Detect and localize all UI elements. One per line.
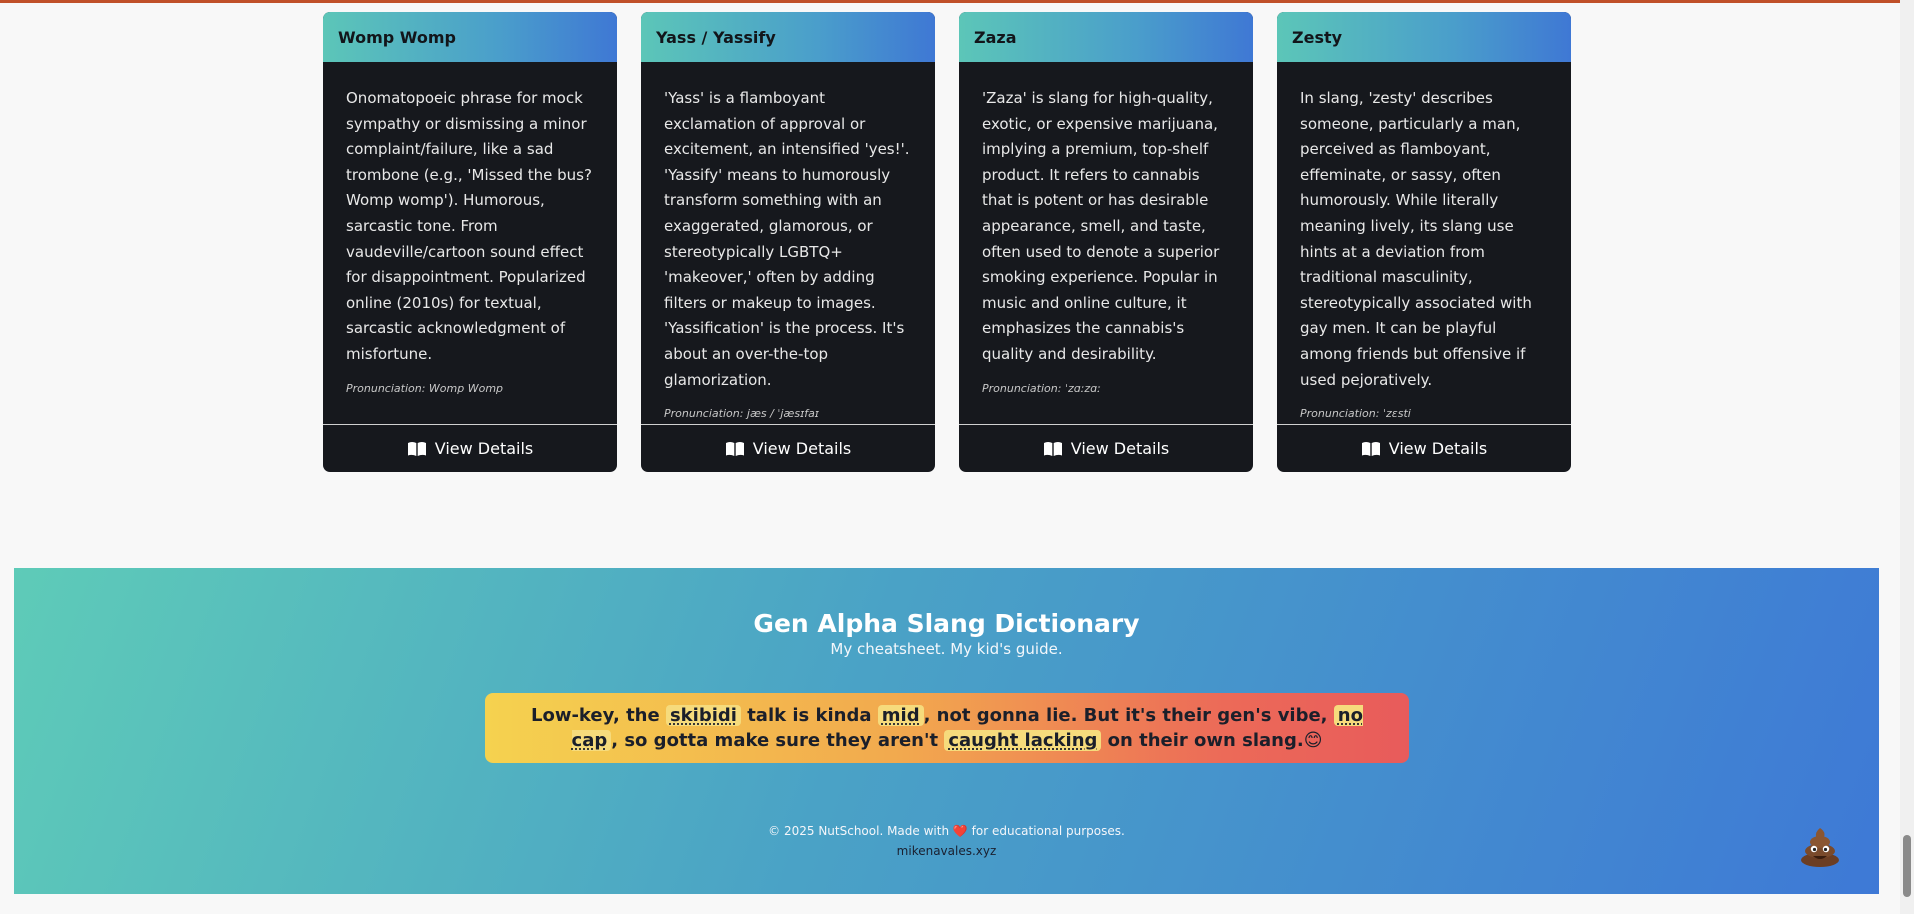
quote-text: , not gonna lie. But it's their gen's vi… (923, 705, 1334, 726)
card-pronunciation: Pronunciation: ˈzɑːzɑː (982, 381, 1101, 395)
card-title: Womp Womp (338, 27, 456, 47)
book-icon (725, 441, 745, 457)
view-details-label: View Details (1388, 439, 1488, 458)
card-definition: 'Zaza' is slang for high-quality, exotic… (982, 89, 1220, 363)
copyright-text: © 2025 NutSchool. Made with (768, 824, 953, 838)
book-icon (407, 441, 427, 457)
slang-card: Zesty In slang, 'zesty' describes someon… (1277, 12, 1571, 472)
card-definition: 'Yass' is a flamboyant exclamation of ap… (664, 89, 910, 389)
slang-card: Zaza 'Zaza' is slang for high-quality, e… (959, 12, 1253, 472)
quote-text: on their own slang.😊 (1101, 730, 1323, 751)
card-title: Zesty (1292, 27, 1343, 47)
slang-quote: Low-key, the skibidi talk is kinda mid, … (515, 703, 1379, 753)
copyright-text: for educational purposes. (967, 824, 1125, 838)
site-link[interactable]: mikenavales.xyz (14, 844, 1879, 858)
view-details-button[interactable]: View Details (959, 424, 1253, 472)
heart-icon: ❤️ (952, 824, 968, 838)
copyright: © 2025 NutSchool. Made with ❤️ for educa… (14, 824, 1879, 838)
slang-term-caught-lacking[interactable]: caught lacking (944, 730, 1102, 751)
slang-card: Womp Womp Onomatopoeic phrase for mock s… (323, 12, 617, 472)
slang-card: Yass / Yassify 'Yass' is a flamboyant ex… (641, 12, 935, 472)
view-details-label: View Details (1070, 439, 1170, 458)
card-definition: Onomatopoeic phrase for mock sympathy or… (346, 89, 592, 363)
scrollbar-thumb[interactable] (1903, 835, 1911, 897)
view-details-button[interactable]: View Details (1277, 424, 1571, 472)
card-title: Yass / Yassify (656, 27, 776, 47)
quote-text: , so gotta make sure they aren't (611, 730, 945, 751)
card-pronunciation: Pronunciation: Womp Womp (346, 381, 504, 395)
site-footer: Gen Alpha Slang Dictionary My cheatsheet… (14, 568, 1879, 894)
card-body: Onomatopoeic phrase for mock sympathy or… (323, 62, 617, 424)
poop-icon[interactable] (1790, 816, 1850, 876)
footer-subtitle: My cheatsheet. My kid's guide. (830, 640, 1063, 658)
quote-text: talk is kinda (740, 705, 878, 726)
card-body: 'Yass' is a flamboyant exclamation of ap… (641, 62, 935, 424)
card-body: In slang, 'zesty' describes someone, par… (1277, 62, 1571, 424)
poop-emoji-drawing (1801, 828, 1839, 867)
card-body: 'Zaza' is slang for high-quality, exotic… (959, 62, 1253, 424)
book-icon (1043, 441, 1063, 457)
card-pronunciation: Pronunciation: jæs / ˈjæsɪfaɪ (664, 407, 819, 421)
view-details-button[interactable]: View Details (641, 424, 935, 472)
view-details-label: View Details (752, 439, 852, 458)
quote-text: Low-key, the (531, 705, 666, 726)
slang-quote-box: Low-key, the skibidi talk is kinda mid, … (485, 693, 1409, 763)
slang-card-grid: Womp Womp Onomatopoeic phrase for mock s… (323, 12, 1571, 472)
card-pronunciation: Pronunciation: ˈzɛsti (1300, 407, 1411, 421)
top-accent-line (0, 0, 1914, 3)
view-details-label: View Details (434, 439, 534, 458)
footer-title: Gen Alpha Slang Dictionary (753, 609, 1140, 638)
card-header: Womp Womp (323, 12, 617, 62)
book-icon (1361, 441, 1381, 457)
card-title: Zaza (974, 27, 1017, 47)
card-header: Zaza (959, 12, 1253, 62)
page-scrollbar[interactable] (1900, 0, 1914, 914)
slang-term-mid[interactable]: mid (877, 705, 924, 726)
slang-term-skibidi[interactable]: skibidi (665, 705, 741, 726)
card-header: Zesty (1277, 12, 1571, 62)
view-details-button[interactable]: View Details (323, 424, 617, 472)
card-header: Yass / Yassify (641, 12, 935, 62)
card-definition: In slang, 'zesty' describes someone, par… (1300, 89, 1532, 389)
